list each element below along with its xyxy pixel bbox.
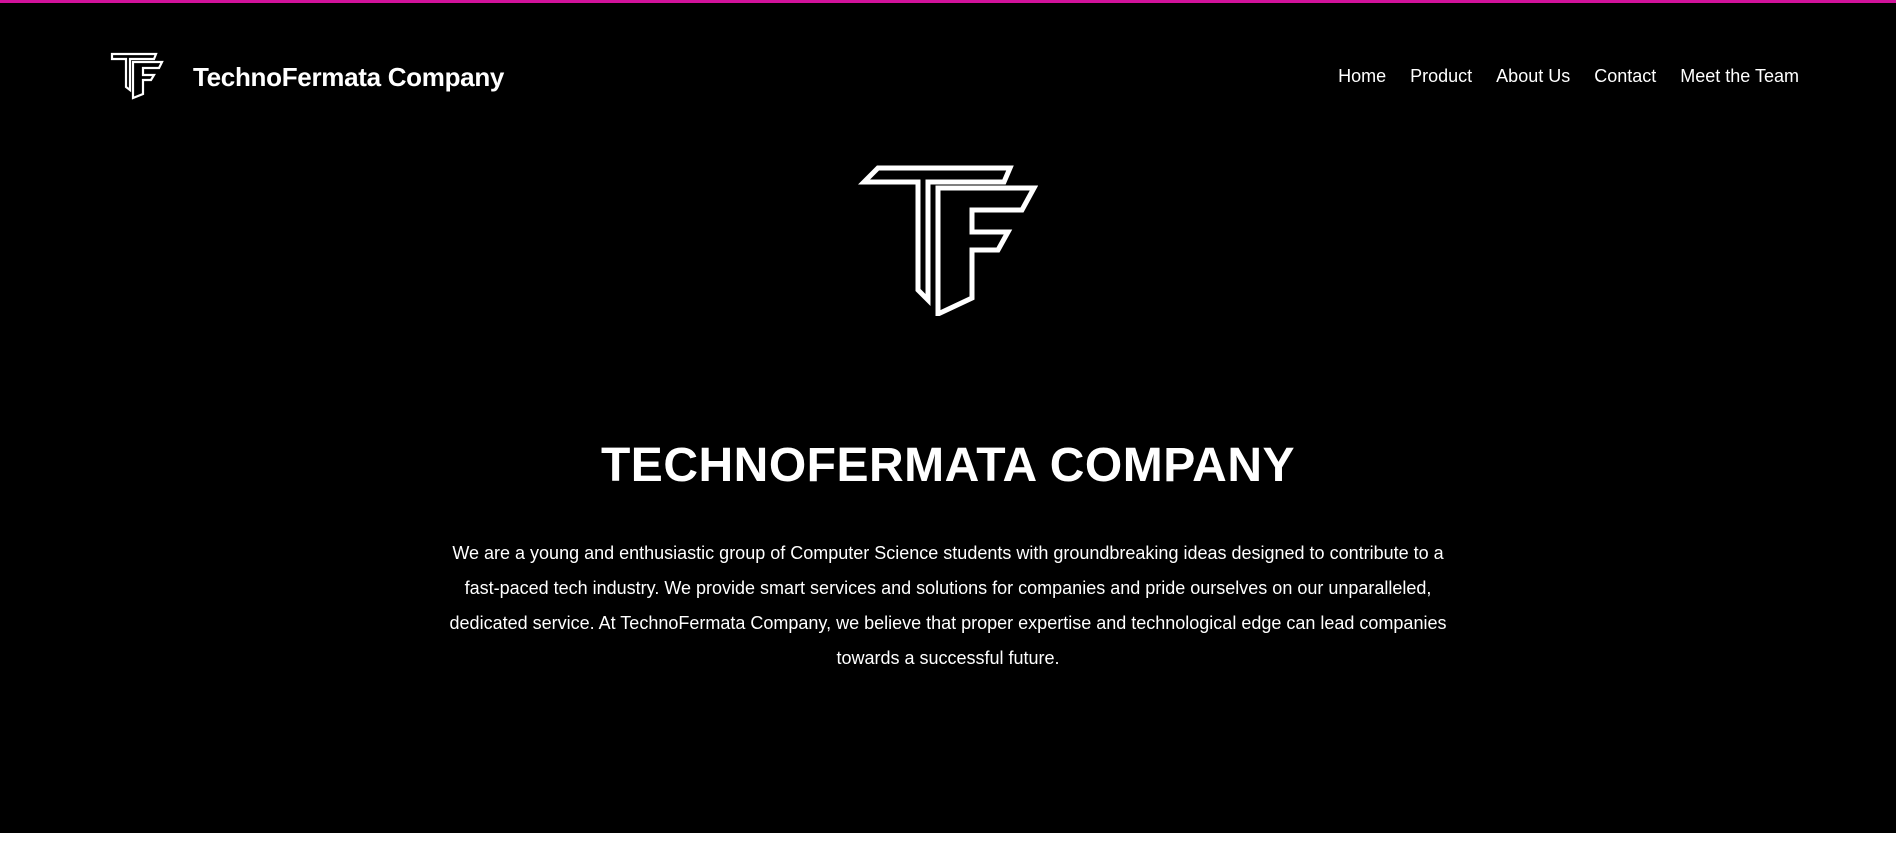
page: TechnoFermata Company Home Product About… (0, 0, 1896, 848)
hero-description: We are a young and enthusiastic group of… (449, 543, 1447, 668)
nav-home[interactable]: Home (1338, 66, 1386, 87)
nav-product[interactable]: Product (1410, 66, 1472, 87)
nav-meet-the-team[interactable]: Meet the Team (1680, 66, 1799, 87)
hero-section (0, 3, 1896, 833)
tf-logo-icon[interactable] (110, 52, 164, 100)
tf-hero-logo-icon (858, 165, 1038, 316)
nav-contact[interactable]: Contact (1594, 66, 1656, 87)
brand-name[interactable]: TechnoFermata Company (193, 62, 504, 93)
hero-title: TECHNOFERMATA COMPANY (600, 439, 1295, 492)
nav-about-us[interactable]: About Us (1496, 66, 1570, 87)
main-nav: Home Product About Us Contact Meet the T… (1338, 66, 1799, 87)
